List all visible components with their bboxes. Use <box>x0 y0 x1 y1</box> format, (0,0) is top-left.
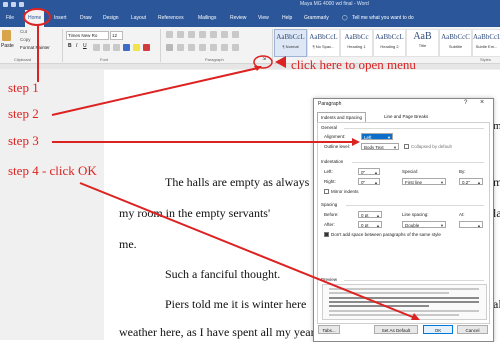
annotation-arrow-step2 <box>51 67 259 116</box>
arrowhead-icon <box>352 138 360 146</box>
annotation-step-4: step 4 - click OK <box>8 163 97 178</box>
annotation-arrow-step4 <box>79 182 416 319</box>
arrowhead-icon <box>275 56 286 68</box>
annotation-open-menu: click here to open menu <box>291 57 416 72</box>
annotation-step-1: step 1 <box>8 80 39 95</box>
annotation-circle-home <box>23 8 51 26</box>
annotation-step-2: step 2 <box>8 106 39 121</box>
annotation-step-3: step 3 <box>8 133 39 148</box>
